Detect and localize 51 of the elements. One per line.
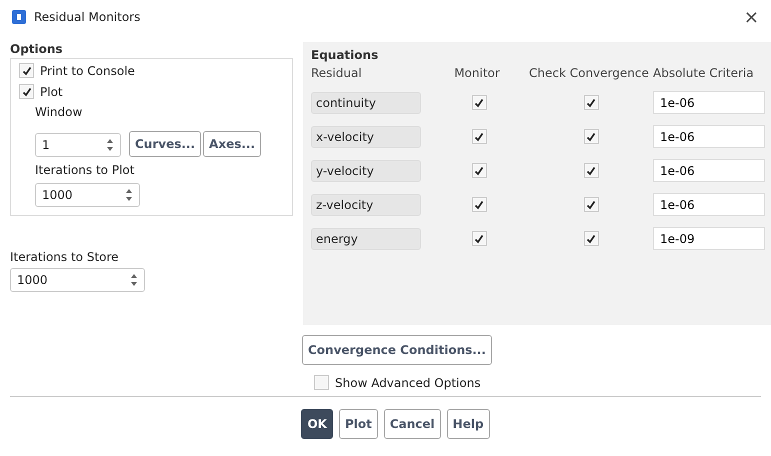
residual-name: z-velocity <box>311 194 421 216</box>
dialog-button[interactable]: Help <box>446 409 490 439</box>
criteria-field[interactable]: 1e-09 <box>653 227 765 250</box>
convergence-checkbox[interactable] <box>584 231 598 246</box>
dialog-button[interactable]: Cancel <box>384 409 441 439</box>
field-label: Iterations to Plot <box>35 163 136 177</box>
convergence-checkbox[interactable] <box>584 197 598 212</box>
checkbox[interactable] <box>19 63 34 78</box>
spinner-arrows-icon[interactable] <box>130 273 138 287</box>
checkbox[interactable] <box>314 375 329 390</box>
column-header: Residual <box>311 66 363 80</box>
column-header: Absolute Criteria <box>653 66 755 80</box>
window-title: Residual Monitors <box>34 10 142 24</box>
curves-button[interactable]: Curves... <box>129 131 202 157</box>
monitor-checkbox[interactable] <box>472 163 486 178</box>
spinner-arrows-icon[interactable] <box>125 188 133 202</box>
criteria-field[interactable]: 1e-06 <box>653 125 765 148</box>
residual-name: continuity <box>311 92 421 114</box>
section-title: Options <box>10 42 64 56</box>
checkbox-label: Plot <box>40 84 63 98</box>
app-icon <box>12 10 26 24</box>
dialog-button[interactable]: OK <box>301 409 333 439</box>
section-title: Equations <box>311 48 380 62</box>
convergence-conditions-button[interactable]: Convergence Conditions... <box>302 335 492 365</box>
residual-name: energy <box>311 228 421 250</box>
monitor-checkbox[interactable] <box>472 129 486 144</box>
checkbox-label: Show Advanced Options <box>335 376 481 390</box>
convergence-checkbox[interactable] <box>584 163 598 178</box>
spin-field[interactable]: 1000 <box>10 268 145 292</box>
checkbox-label: Print to Console <box>40 64 135 78</box>
field-label: Window <box>35 105 84 119</box>
convergence-checkbox[interactable] <box>584 129 598 144</box>
monitor-checkbox[interactable] <box>472 197 486 212</box>
monitor-checkbox[interactable] <box>472 95 486 110</box>
close-button[interactable]: × <box>744 6 759 28</box>
field-label: Iterations to Store <box>10 250 120 264</box>
residual-name: x-velocity <box>311 126 421 148</box>
convergence-checkbox[interactable] <box>584 95 598 110</box>
axes-button[interactable]: Axes... <box>203 131 262 157</box>
spinner-arrows-icon[interactable] <box>106 138 114 152</box>
checkbox[interactable] <box>19 84 34 99</box>
spin-field[interactable]: 1 <box>35 133 121 157</box>
spin-field[interactable]: 1000 <box>35 183 140 207</box>
column-header: Monitor <box>453 66 501 80</box>
criteria-field[interactable]: 1e-06 <box>653 159 765 182</box>
column-header: Check Convergence <box>529 66 649 80</box>
monitor-checkbox[interactable] <box>472 231 486 246</box>
criteria-field[interactable]: 1e-06 <box>653 193 765 216</box>
criteria-field[interactable]: 1e-06 <box>653 91 765 114</box>
dialog-button[interactable]: Plot <box>338 409 378 439</box>
residual-name: y-velocity <box>311 160 421 182</box>
